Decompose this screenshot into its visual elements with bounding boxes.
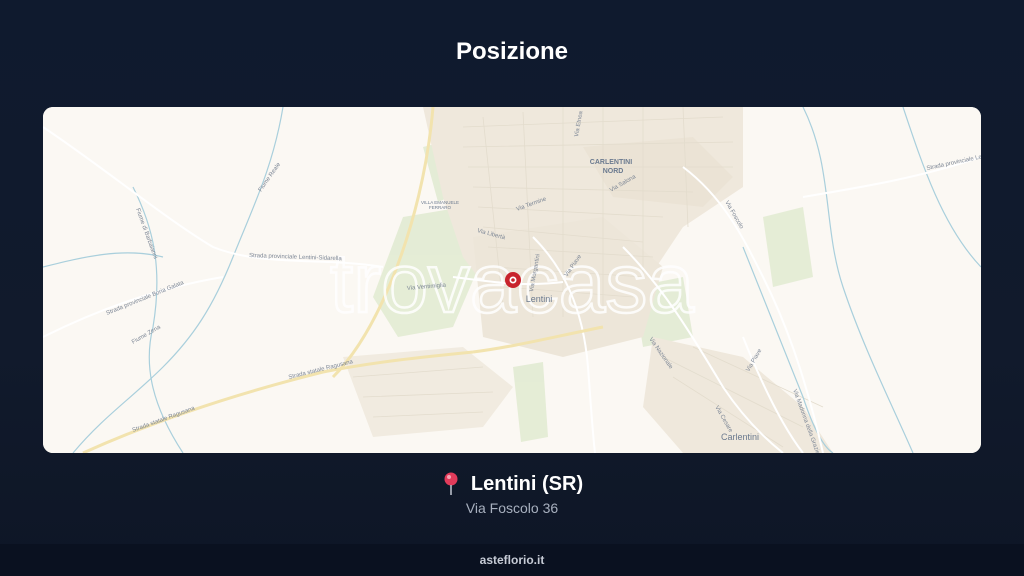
map-canvas[interactable]: trovacasa CARLENTINI NORD Carlentini VIL… — [43, 107, 981, 453]
map-view[interactable]: trovacasa CARLENTINI NORD Carlentini VIL… — [43, 107, 981, 453]
place-label-villa-2: FERRARO — [429, 205, 452, 210]
place-label-carlentini-nord-1: CARLENTINI — [590, 159, 632, 166]
location-marker[interactable] — [505, 272, 521, 288]
marker-label-lentini: Lentini — [526, 294, 553, 304]
page-title: Posizione — [455, 38, 569, 65]
location-heading: Lentini (SR) — [0, 472, 1024, 496]
place-label-carlentini-nord-2: NORD — [603, 168, 624, 175]
footer-bar: asteflorio.it — [0, 544, 1024, 576]
map-pin-icon — [444, 472, 458, 495]
place-label-carlentini: Carlentini — [721, 432, 759, 442]
location-city: Lentini (SR) — [470, 472, 584, 495]
location-address: Via Foscolo 36 — [465, 500, 559, 516]
footer-site[interactable]: asteflorio.it — [480, 553, 545, 567]
